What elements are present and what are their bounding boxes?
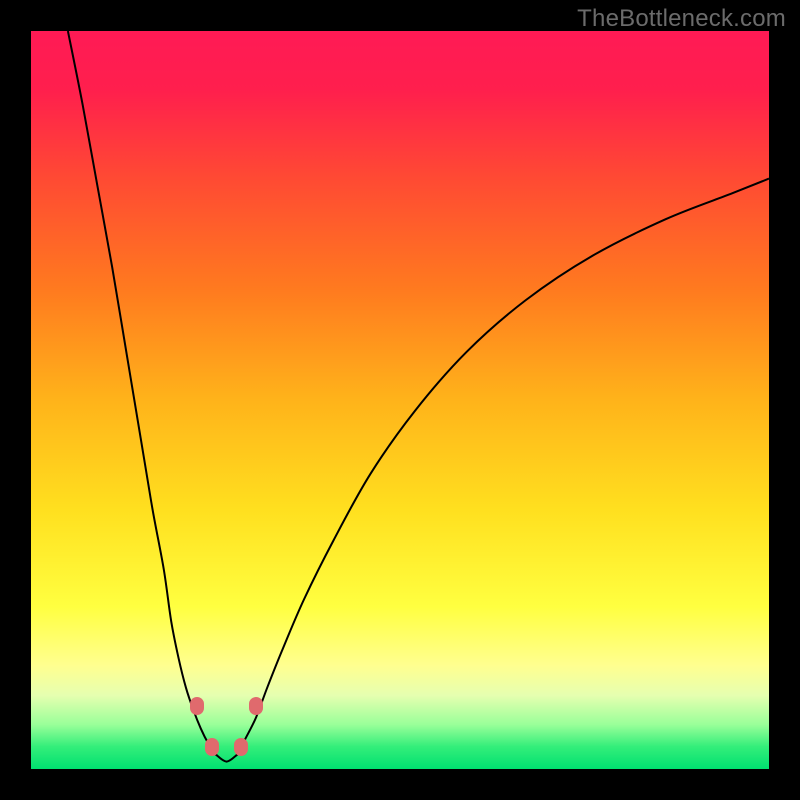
markers-layer	[31, 31, 769, 769]
plot-area	[31, 31, 769, 769]
valley-marker-1	[205, 738, 219, 756]
valley-marker-0	[190, 697, 204, 715]
valley-marker-2	[234, 738, 248, 756]
chart-frame: TheBottleneck.com	[0, 0, 800, 800]
watermark-text: TheBottleneck.com	[577, 5, 786, 33]
valley-marker-3	[249, 697, 263, 715]
